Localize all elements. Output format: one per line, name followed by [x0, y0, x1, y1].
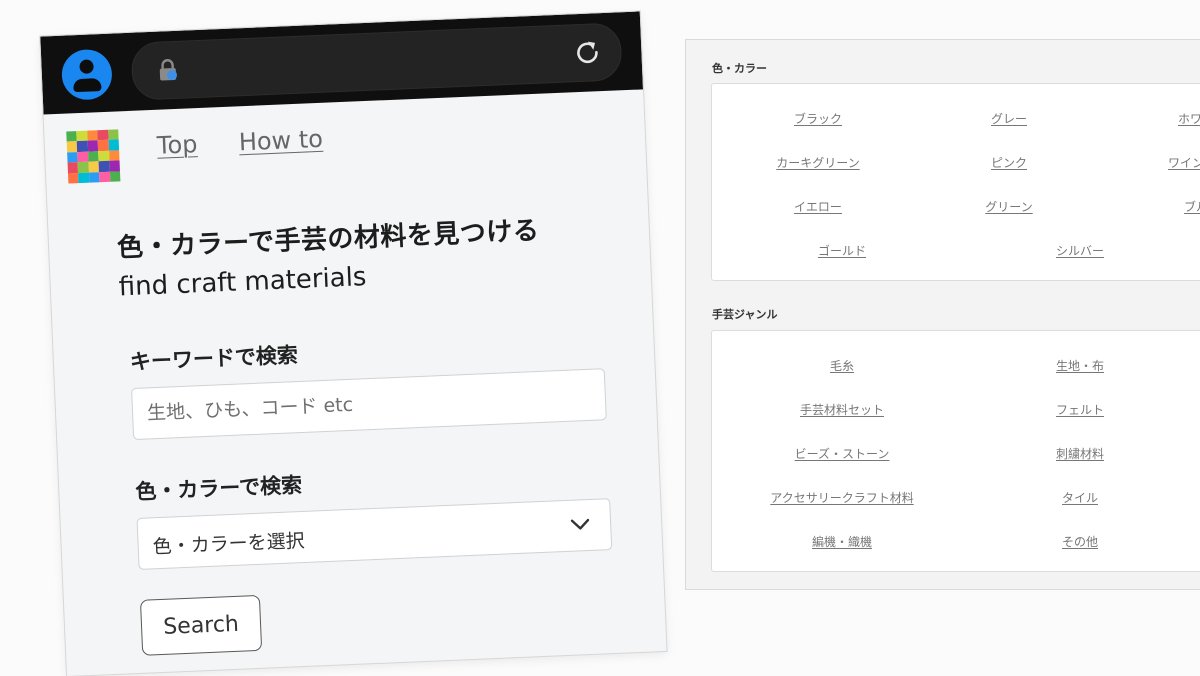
logo-tile — [107, 129, 119, 141]
genre-link[interactable]: 手芸材料セット — [800, 401, 884, 418]
color-list: ブラック グレー ホワ カーキグリーン ピンク ワイン イエロー グリーン ブル… — [711, 83, 1200, 281]
color-link[interactable]: シルバー — [1056, 242, 1104, 259]
logo-tile — [97, 129, 109, 141]
color-link[interactable]: カーキグリーン — [776, 154, 859, 171]
logo-tile — [87, 130, 98, 142]
logo-tile — [99, 171, 110, 183]
logo-tile — [77, 151, 89, 163]
reload-icon[interactable] — [572, 37, 603, 68]
avatar-head — [79, 59, 94, 74]
logo-tile — [76, 130, 88, 142]
genre-list: 毛糸 生地・布 手芸材料セット フェルト ビーズ・ストーン 刺繍材料 アクセサリ… — [711, 330, 1200, 572]
logo-tile — [67, 162, 79, 174]
color-link[interactable]: ピンク — [991, 154, 1027, 171]
search-form: 色・カラーで手芸の材料を見つける find craft materials キー… — [47, 171, 666, 659]
color-section-title: 色・カラー — [712, 62, 767, 75]
color-link[interactable]: ゴールド — [818, 242, 866, 259]
nav-top-link[interactable]: Top — [156, 130, 198, 160]
color-link[interactable]: ホワ — [1178, 110, 1200, 127]
logo-tile — [87, 140, 99, 152]
genre-link[interactable]: 刺繍材料 — [1056, 445, 1104, 462]
address-bar[interactable] — [130, 22, 623, 101]
genre-link[interactable]: アクセサリークラフト材料 — [770, 489, 913, 506]
person-icon[interactable] — [60, 48, 113, 101]
genre-link[interactable]: フェルト — [1056, 401, 1104, 418]
genre-link[interactable]: 編機・織機 — [812, 533, 872, 550]
logo-tile — [97, 140, 109, 152]
avatar-shoulders — [73, 78, 102, 93]
color-link[interactable]: ブラック — [794, 110, 842, 127]
color-select-value: 色・カラーを選択 — [152, 529, 306, 559]
logo-tile — [78, 172, 90, 184]
logo-tile — [88, 171, 100, 183]
chevron-down-icon — [570, 518, 590, 530]
genre-section-title: 手芸ジャンル — [712, 308, 778, 321]
logo-tile — [66, 141, 78, 153]
color-link[interactable]: ブル — [1184, 198, 1200, 215]
color-select[interactable]: 色・カラーを選択 — [136, 498, 613, 570]
phone-mockup: Top How to 色・カラーで手芸の材料を見つける find craft m… — [40, 11, 667, 676]
color-search-label: 色・カラーで検索 — [134, 473, 303, 504]
genre-link[interactable]: タイル — [1062, 489, 1098, 506]
keyword-field — [131, 368, 607, 441]
lock-icon — [159, 59, 177, 81]
color-link[interactable]: ワイン — [1168, 154, 1200, 171]
logo-tile — [88, 161, 100, 173]
genre-link[interactable]: ビーズ・ストーン — [795, 445, 890, 462]
keyword-search-input[interactable] — [132, 369, 606, 439]
genre-link[interactable]: 生地・布 — [1056, 357, 1104, 374]
logo-tile — [108, 150, 120, 161]
logo-tile — [109, 170, 121, 182]
logo-tile — [68, 172, 79, 184]
site-logo[interactable] — [66, 129, 121, 184]
logo-tile — [98, 150, 110, 162]
nav-howto-link[interactable]: How to — [238, 125, 323, 156]
color-link[interactable]: イエロー — [794, 198, 842, 215]
logo-tile — [108, 139, 120, 151]
logo-tile — [77, 141, 88, 152]
search-button[interactable]: Search — [139, 594, 263, 656]
color-link[interactable]: グリーン — [985, 198, 1032, 215]
genre-link[interactable]: その他 — [1062, 533, 1098, 550]
logo-tile — [66, 131, 78, 142]
logo-tile — [87, 151, 99, 162]
logo-tile — [77, 161, 89, 173]
logo-tile — [98, 160, 110, 172]
category-panel: 色・カラー ブラック グレー ホワ カーキグリーン ピンク ワイン イエロー グ… — [685, 39, 1200, 590]
keyword-search-label: キーワードで検索 — [129, 343, 299, 375]
genre-link[interactable]: 毛糸 — [830, 357, 854, 374]
logo-tile — [109, 160, 120, 172]
color-link[interactable]: グレー — [991, 110, 1027, 127]
logo-tile — [67, 151, 78, 163]
